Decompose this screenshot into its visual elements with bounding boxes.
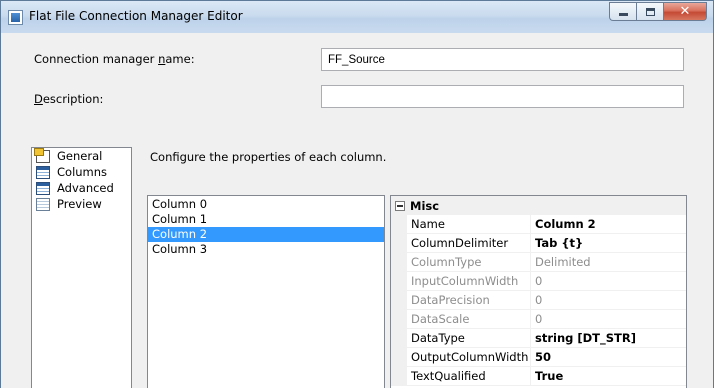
connection-name-label-text: Connection manager name: [34,52,195,66]
property-value: 0 [531,310,686,329]
property-row-data-scale[interactable]: DataScale 0 [391,310,686,329]
property-name: ColumnDelimiter [407,234,531,253]
property-category-misc[interactable]: Misc [391,196,686,215]
window-title: Flat File Connection Manager Editor [29,9,243,23]
property-name: DataPrecision [407,291,531,310]
property-name: DataScale [407,310,531,329]
property-value[interactable]: Tab {t} [531,234,686,253]
property-row-name[interactable]: Name Column 2 [391,215,686,234]
nav-item-advanced[interactable]: Advanced [32,180,131,196]
caption-buttons: ✕ [609,2,707,21]
connection-name-label: Connection manager name: [34,52,195,66]
nav-item-columns[interactable]: Columns [32,164,131,180]
property-row-data-type[interactable]: DataType string [DT_STR] [391,329,686,348]
property-row-text-qualified[interactable]: TextQualified True [391,367,686,386]
column-list-item[interactable]: Column 1 [148,212,384,227]
property-name: TextQualified [407,367,531,386]
columns-icon [36,165,50,179]
property-row-input-column-width[interactable]: InputColumnWidth 0 [391,272,686,291]
general-icon [34,147,50,163]
property-value: Delimited [531,253,686,272]
collapse-icon[interactable] [395,200,405,211]
section-heading: Configure the properties of each column. [150,150,387,164]
property-name: InputColumnWidth [407,272,531,291]
property-name: Name [407,215,531,234]
column-list-item[interactable]: Column 3 [148,242,384,257]
property-name: DataType [407,329,531,348]
column-list-item[interactable]: Column 0 [148,197,384,212]
column-list-item-selected[interactable]: Column 2 [148,227,384,242]
dialog-client-area: Connection manager name: Description: Ge… [9,33,705,388]
column-list[interactable]: Column 0 Column 1 Column 2 Column 3 [147,195,385,388]
property-value: 0 [531,272,686,291]
property-row-data-precision[interactable]: DataPrecision 0 [391,291,686,310]
preview-icon [36,197,50,211]
connection-name-input[interactable] [321,48,684,71]
property-value[interactable]: 50 [531,348,686,367]
property-row-column-type[interactable]: ColumnType Delimited [391,253,686,272]
nav-item-general[interactable]: General [32,147,131,164]
maximize-button[interactable] [636,2,663,21]
minimize-icon [618,13,628,16]
nav-item-label: Columns [57,165,108,179]
nav-item-preview[interactable]: Preview [32,196,131,212]
maximize-icon [645,7,655,16]
property-name: OutputColumnWidth [407,348,531,367]
description-input[interactable] [321,85,684,108]
property-value: 0 [531,291,686,310]
close-button[interactable]: ✕ [663,2,707,21]
description-label: Description: [34,92,104,106]
advanced-icon [36,181,50,195]
property-value[interactable]: string [DT_STR] [531,329,686,348]
minimize-button[interactable] [609,2,636,21]
property-row-output-column-width[interactable]: OutputColumnWidth 50 [391,348,686,367]
property-grid: Misc Name Column 2 ColumnDelimiter Tab {t}… [390,195,687,388]
nav-item-label: Advanced [57,181,114,195]
app-icon [8,10,23,25]
dialog-window: Flat File Connection Manager Editor ✕ Co… [0,0,714,388]
property-name: ColumnType [407,253,531,272]
title-bar[interactable]: Flat File Connection Manager Editor ✕ [1,1,713,33]
nav-item-label: General [57,149,103,163]
property-value[interactable]: Column 2 [531,215,686,234]
nav-item-label: Preview [57,197,102,211]
property-row-column-delimiter[interactable]: ColumnDelimiter Tab {t} [391,234,686,253]
nav-panel: General Columns Advanced Preview [31,147,132,388]
close-icon: ✕ [679,4,691,19]
category-label: Misc [410,198,440,213]
property-value[interactable]: True [531,367,686,386]
